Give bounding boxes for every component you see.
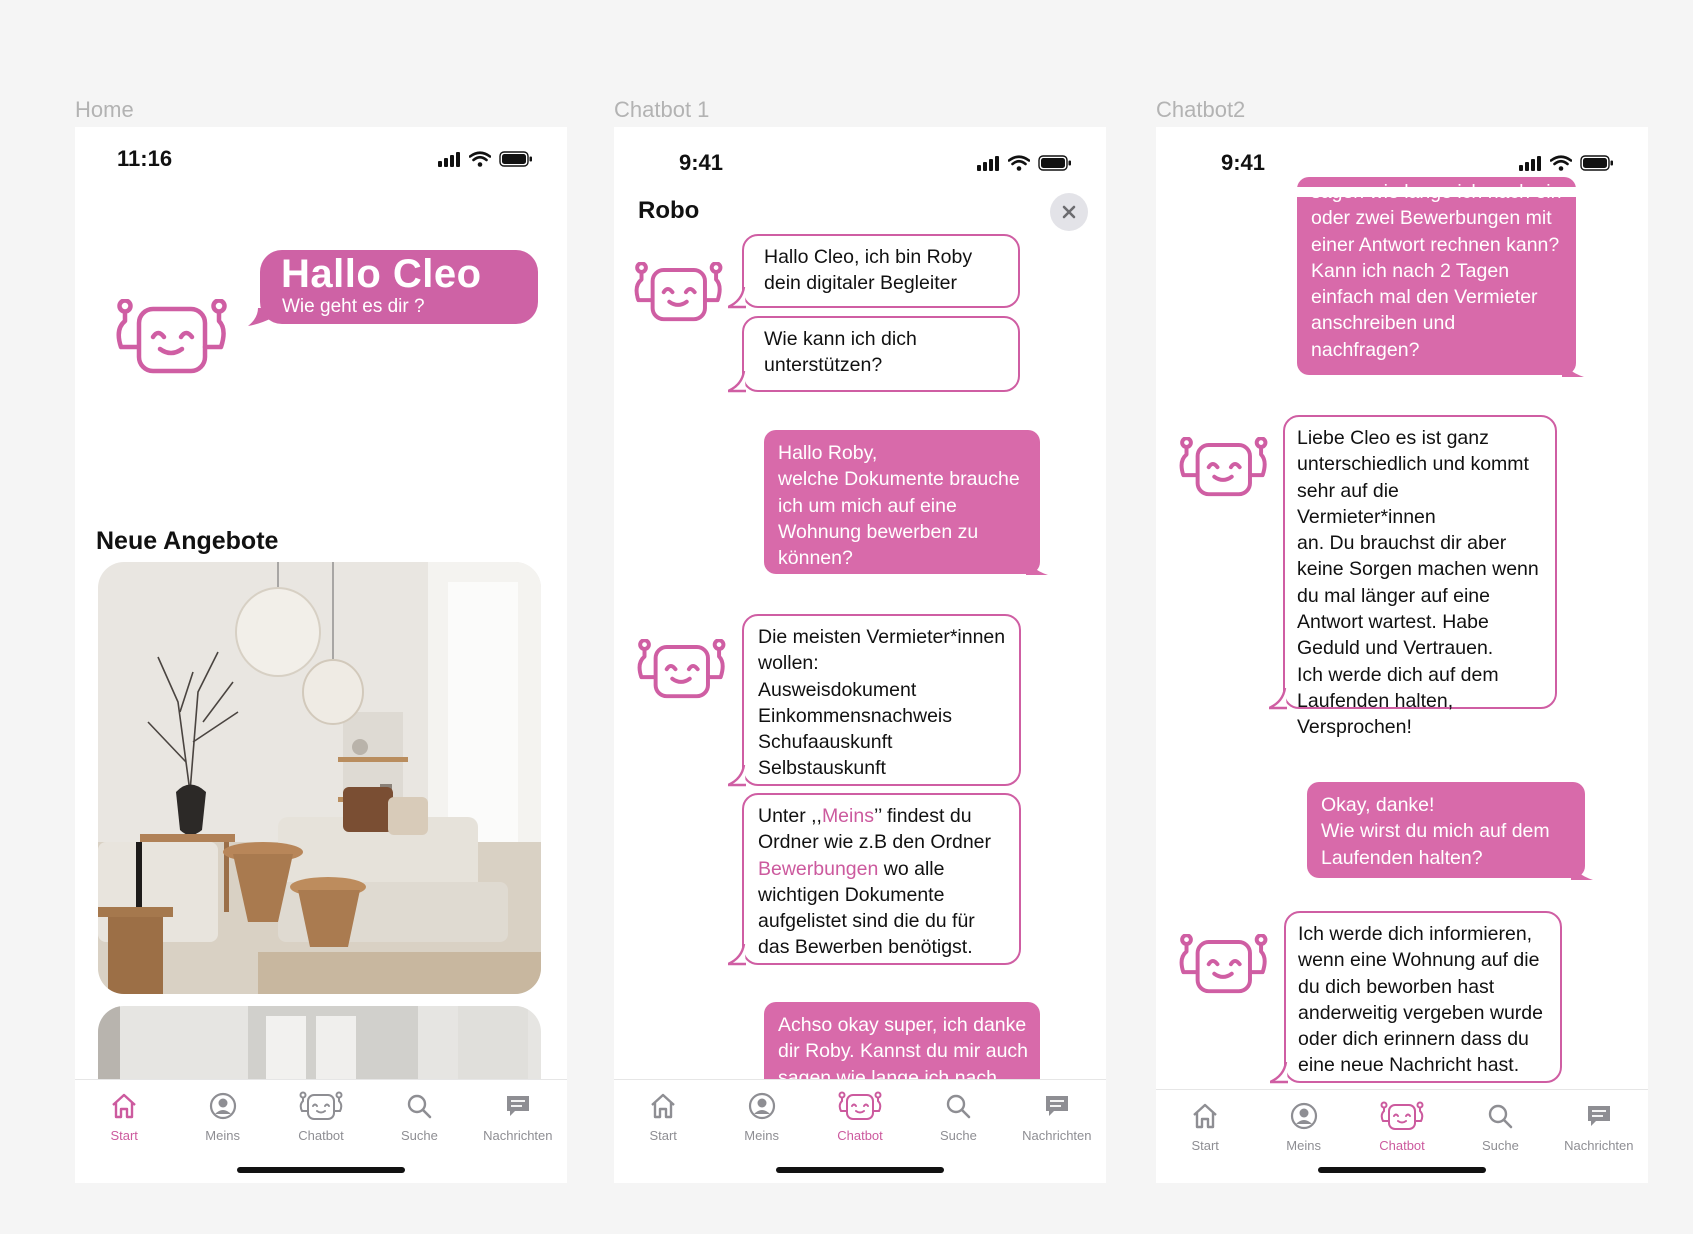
tab-start[interactable]: Start [75,1080,173,1183]
battery-icon [499,151,532,167]
tab-label: Chatbot [1379,1138,1425,1153]
bubble-tail [1269,688,1287,710]
bubble-tail [728,371,746,393]
close-button[interactable] [1050,193,1088,231]
bot-message: Die meisten Vermieter*innen wollen: Ausw… [742,614,1021,786]
living-room-photo [98,562,541,994]
magnifier-icon [408,1094,432,1119]
tab-nachrichten[interactable]: Nachrichten [1008,1080,1106,1183]
frame-label-chatbot1: Chatbot 1 [614,97,710,122]
status-time: 11:16 [117,146,173,171]
tab-label: Suche [939,1128,977,1143]
bot-message: Hallo Cleo, ich bin Roby dein digitaler … [742,234,1020,308]
listing-card-living-room[interactable] [98,562,541,994]
robot-icon [1380,1101,1424,1130]
robot-icon [299,1091,343,1120]
tab-nachrichten[interactable]: Nachrichten [1550,1090,1648,1183]
bubble-tail [728,944,746,966]
greeting-title: Hallo Cleo [281,252,482,296]
bubble-tail [248,308,272,326]
tab-label: Chatbot [298,1128,344,1143]
home-indicator [776,1167,944,1173]
robot-mascot-icon [116,299,227,374]
message-text: Unter ,, [758,805,822,827]
greeting-subtitle: Wie geht es dir ? [282,296,425,317]
robot-avatar-icon [634,262,723,322]
link-bewerbungen[interactable]: Bewerbungen [758,858,878,880]
home-screen: 11:16 Hallo Cleo Wie geht es dir ? Neue … [75,127,567,1183]
status-icons [1518,155,1614,171]
bubble-tail [1562,359,1584,377]
header-mask [1156,187,1648,197]
bubble-tail [728,765,746,787]
tab-start[interactable]: Start [614,1080,712,1183]
signal-icon [438,152,460,167]
battery-icon [1580,155,1613,171]
signal-icon [977,156,999,171]
tab-label: Start [649,1128,677,1143]
chat-title: Robo [638,197,700,224]
home-indicator [237,1167,405,1173]
message-icon [506,1096,529,1116]
chat-header: 9:41 Robo [614,127,1106,237]
tab-label: Nachrichten [1564,1138,1634,1153]
bubble-tail [1270,1062,1288,1084]
status-bar: 11:16 [75,127,567,187]
chatbot1-screen: 9:41 Robo Hallo Cleo, ich bin Roby dein … [614,127,1106,1183]
close-icon [1062,205,1076,219]
robot-avatar-icon [1179,437,1268,497]
battery-icon [1038,155,1071,171]
tab-label: Start [110,1128,138,1143]
status-time: 9:41 [679,150,724,175]
robot-icon [838,1091,882,1120]
status-time: 9:41 [1221,150,1266,175]
section-title-new-offers: Neue Angebote [96,527,279,555]
wifi-icon [469,151,491,167]
tab-label: Chatbot [837,1128,883,1143]
bot-message: Ich werde dich informieren, wenn eine Wo… [1284,911,1562,1083]
user-message: Okay, danke! Wie wirst du mich auf dem L… [1307,782,1585,878]
tab-label: Meins [1286,1138,1321,1153]
magnifier-icon [947,1094,971,1119]
bubble-tail [1571,862,1593,880]
tab-label: Meins [744,1128,779,1143]
person-circle-icon [748,1092,775,1120]
house-icon [651,1093,676,1119]
wifi-icon [1550,155,1572,171]
house-icon [1193,1103,1218,1129]
tab-label: Meins [205,1128,240,1143]
chatbot2-screen: 9:41 sagen wie lange ich nach ein oder z… [1156,127,1648,1183]
link-meins[interactable]: Meins [822,805,874,827]
magnifier-icon [1489,1104,1513,1129]
bubble-tail [1026,557,1048,575]
bubble-tail [728,287,746,309]
tab-label: Nachrichten [483,1128,553,1143]
frame-label-home: Home [75,97,134,122]
wifi-icon [1008,155,1030,171]
tab-label: Suche [1481,1138,1519,1153]
status-icons [437,151,533,167]
greeting-bubble: Hallo Cleo Wie geht es dir ? [248,250,538,326]
user-message: Hallo Roby, welche Dokumente brauche ich… [764,430,1040,574]
robot-avatar-icon [1179,934,1268,994]
person-circle-icon [209,1092,236,1120]
message-icon [1045,1096,1068,1116]
bot-message: Liebe Cleo es ist ganz unterschiedlich u… [1283,415,1557,738]
home-indicator [1318,1167,1486,1173]
tab-nachrichten[interactable]: Nachrichten [469,1080,567,1183]
signal-icon [1519,156,1541,171]
tab-label: Nachrichten [1022,1128,1092,1143]
robot-avatar-icon [637,639,726,699]
status-icons [976,155,1072,171]
person-circle-icon [1290,1102,1317,1130]
frame-label-chatbot2: Chatbot2 [1156,97,1246,122]
message-icon [1587,1106,1610,1126]
tab-start[interactable]: Start [1156,1090,1254,1183]
house-icon [112,1093,137,1119]
bot-message: Wie kann ich dich unterstützen? [742,316,1020,392]
tab-label: Suche [400,1128,438,1143]
bot-message: Unter ,,Meins’’ findest du Ordner wie z.… [742,793,1021,965]
tab-label: Start [1191,1138,1219,1153]
user-message: sagen wie lange ich nach ein oder zwei B… [1297,177,1576,375]
